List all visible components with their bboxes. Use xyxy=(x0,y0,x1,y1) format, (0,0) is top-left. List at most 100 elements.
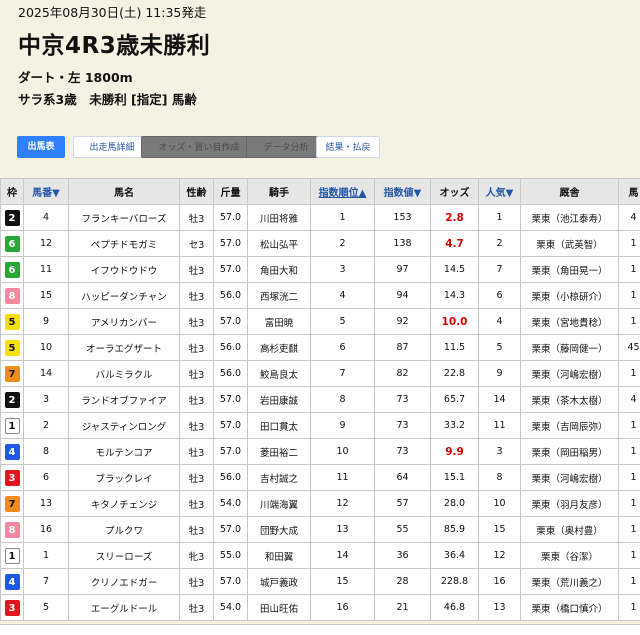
extra-cell: 1 xyxy=(619,361,640,387)
odds-cell: 228.8 xyxy=(431,569,479,595)
tab-odds-betting[interactable]: オッズ・買い目作成 xyxy=(141,136,257,158)
trainer-cell: 栗東（橋口慎介） xyxy=(521,595,619,621)
weight-cell: 56.0 xyxy=(214,335,248,361)
table-row[interactable]: 816プルクワ牡357.0団野大成135585.915栗東（奥村豊）1 xyxy=(1,517,640,543)
horse-name-link[interactable]: イフウドウドウ xyxy=(69,257,180,283)
horse-name-link[interactable]: キタノチェンジ xyxy=(69,491,180,517)
waku-cell: 7 xyxy=(1,491,24,517)
col-header-umaban[interactable]: 馬番▼ xyxy=(24,179,69,205)
sexage-cell: 牝3 xyxy=(180,543,214,569)
index-rank-cell: 2 xyxy=(311,231,375,257)
table-row[interactable]: 48モルテンコア牡357.0菱田裕二10739.93栗東（岡田稲男）1 xyxy=(1,439,640,465)
waku-badge: 7 xyxy=(5,496,20,512)
col-header-popularity[interactable]: 人気▼ xyxy=(479,179,521,205)
index-rank-cell: 6 xyxy=(311,335,375,361)
umaban-cell: 11 xyxy=(24,257,69,283)
waku-badge: 4 xyxy=(5,444,20,460)
weight-cell: 57.0 xyxy=(214,387,248,413)
weight-cell: 57.0 xyxy=(214,569,248,595)
index-rank-cell: 16 xyxy=(311,595,375,621)
table-row[interactable]: 23ランドオブファイア牡357.0岩田康誠87365.714栗東（茶木太樹）4 xyxy=(1,387,640,413)
waku-badge: 6 xyxy=(5,262,20,278)
popularity-cell: 16 xyxy=(479,569,521,595)
extra-cell: 4 xyxy=(619,387,640,413)
table-row[interactable]: 24フランキーバローズ牡357.0川田将雅11532.81栗東（池江泰寿）4 xyxy=(1,205,640,231)
weight-cell: 57.0 xyxy=(214,309,248,335)
trainer-cell: 栗東（小椋研介） xyxy=(521,283,619,309)
horse-name-link[interactable]: エーグルドール xyxy=(69,595,180,621)
waku-badge: 4 xyxy=(5,574,20,590)
horse-name-link[interactable]: アメリカンバー xyxy=(69,309,180,335)
table-row[interactable]: 510オーラエグザート牡356.0高杉吏麒68711.55栗東（藤岡健一）45 xyxy=(1,335,640,361)
horse-name-link[interactable]: ジャスティンロング xyxy=(69,413,180,439)
col-header-index-rank[interactable]: 指数順位▲ xyxy=(311,179,375,205)
table-row[interactable]: 815ハッピーダンチャン牡356.0西塚洸二49414.36栗東（小椋研介）1 xyxy=(1,283,640,309)
jockey-cell: 角田大和 xyxy=(248,257,311,283)
horse-name-link[interactable]: クリノエドガー xyxy=(69,569,180,595)
horse-name-link[interactable]: ランドオブファイア xyxy=(69,387,180,413)
waku-badge: 7 xyxy=(5,366,20,382)
table-row[interactable]: 35エーグルドール牡354.0田山旺佑162146.813栗東（橋口慎介）1 xyxy=(1,595,640,621)
jockey-cell: 川田将雅 xyxy=(248,205,311,231)
sexage-cell: 牡3 xyxy=(180,517,214,543)
table-row[interactable]: 47クリノエドガー牡357.0城戸義政1528228.816栗東（荒川義之）1 xyxy=(1,569,640,595)
waku-cell: 7 xyxy=(1,361,24,387)
waku-cell: 4 xyxy=(1,439,24,465)
index-cell: 87 xyxy=(375,335,431,361)
horse-name-link[interactable]: ペプチドモガミ xyxy=(69,231,180,257)
tab-results-payouts[interactable]: 結果・払戻 xyxy=(316,136,380,158)
sexage-cell: 牡3 xyxy=(180,205,214,231)
index-cell: 82 xyxy=(375,361,431,387)
horse-name-link[interactable]: オーラエグザート xyxy=(69,335,180,361)
jockey-cell: 団野大成 xyxy=(248,517,311,543)
waku-cell: 2 xyxy=(1,205,24,231)
table-row[interactable]: 36ブラックレイ牡356.0吉村誠之116415.18栗東（河嶋宏樹）1 xyxy=(1,465,640,491)
sexage-cell: 牡3 xyxy=(180,465,214,491)
index-cell: 73 xyxy=(375,387,431,413)
extra-cell: 45 xyxy=(619,335,640,361)
umaban-cell: 6 xyxy=(24,465,69,491)
col-header-index[interactable]: 指数値▼ xyxy=(375,179,431,205)
umaban-cell: 16 xyxy=(24,517,69,543)
horse-name-link[interactable]: ブラックレイ xyxy=(69,465,180,491)
popularity-cell: 8 xyxy=(479,465,521,491)
trainer-cell: 栗東（河嶋宏樹） xyxy=(521,465,619,491)
table-row[interactable]: 12ジャスティンロング牡357.0田口貫太97333.211栗東（吉岡辰弥）1 xyxy=(1,413,640,439)
horse-name-link[interactable]: スリーローズ xyxy=(69,543,180,569)
tab-entry-details[interactable]: 出走馬詳細 xyxy=(73,136,151,158)
horse-name-link[interactable]: ハッピーダンチャン xyxy=(69,283,180,309)
tab-entries[interactable]: 出馬表 xyxy=(17,136,65,158)
horse-name-link[interactable]: プルクワ xyxy=(69,517,180,543)
popularity-cell: 10 xyxy=(479,491,521,517)
umaban-cell: 8 xyxy=(24,439,69,465)
trainer-cell: 栗東（奥村豊） xyxy=(521,517,619,543)
horse-name-link[interactable]: フランキーバローズ xyxy=(69,205,180,231)
table-row[interactable]: 11スリーローズ牝355.0和田翼143636.412栗東（谷潔）1 xyxy=(1,543,640,569)
horse-name-link[interactable]: バルミラクル xyxy=(69,361,180,387)
umaban-cell: 4 xyxy=(24,205,69,231)
horse-name-link[interactable]: モルテンコア xyxy=(69,439,180,465)
extra-cell: 1 xyxy=(619,439,640,465)
popularity-cell: 13 xyxy=(479,595,521,621)
index-cell: 21 xyxy=(375,595,431,621)
table-row[interactable]: 714バルミラクル牡356.0鮫島良太78222.89栗東（河嶋宏樹）1 xyxy=(1,361,640,387)
col-header-weight: 斤量 xyxy=(214,179,248,205)
index-cell: 36 xyxy=(375,543,431,569)
waku-cell: 6 xyxy=(1,257,24,283)
table-row[interactable]: 713キタノチェンジ牡354.0川端海翼125728.010栗東（羽月友彦）1 xyxy=(1,491,640,517)
jockey-cell: 川端海翼 xyxy=(248,491,311,517)
waku-cell: 8 xyxy=(1,283,24,309)
trainer-cell: 栗東（宮地貴稔） xyxy=(521,309,619,335)
race-title: 中京4R3歳未勝利 xyxy=(18,26,210,60)
umaban-cell: 13 xyxy=(24,491,69,517)
table-row[interactable]: 59アメリカンバー牡357.0富田暁59210.04栗東（宮地貴稔）1 xyxy=(1,309,640,335)
table-row[interactable]: 612ペプチドモガミセ357.0松山弘平21384.72栗東（武英智）1 xyxy=(1,231,640,257)
table-row[interactable]: 611イフウドウドウ牡357.0角田大和39714.57栗東（角田晃一）1 xyxy=(1,257,640,283)
waku-badge: 2 xyxy=(5,392,20,408)
popularity-cell: 7 xyxy=(479,257,521,283)
odds-cell: 14.3 xyxy=(431,283,479,309)
extra-cell: 1 xyxy=(619,309,640,335)
tab-data-analysis[interactable]: データ分析 xyxy=(246,136,326,158)
weight-cell: 57.0 xyxy=(214,517,248,543)
weight-cell: 57.0 xyxy=(214,205,248,231)
